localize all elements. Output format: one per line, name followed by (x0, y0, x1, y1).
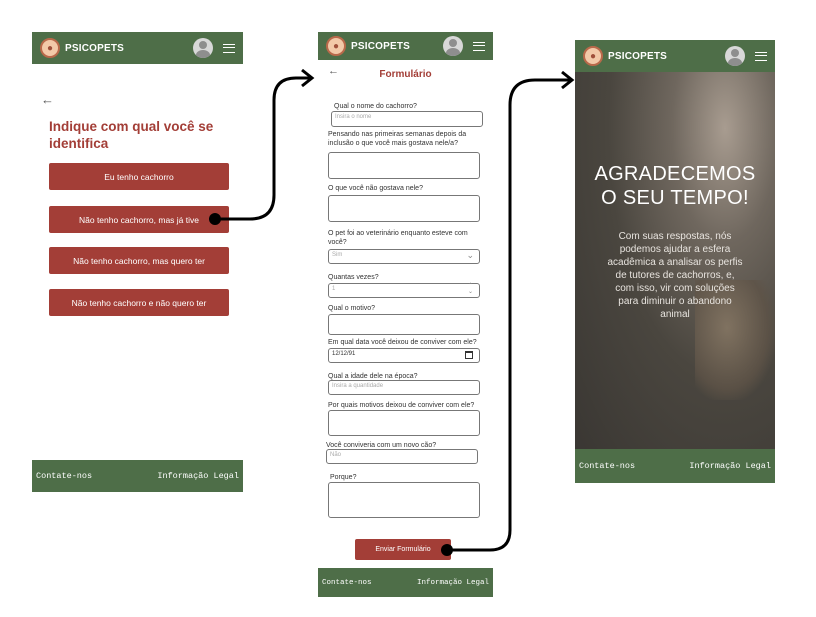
flow-arrow-1 (216, 76, 310, 221)
flow-arrow-2 (447, 78, 570, 552)
flow-arrows (209, 68, 575, 556)
flow-start-dot-1 (209, 213, 221, 225)
flow-start-dot-2 (441, 544, 453, 556)
